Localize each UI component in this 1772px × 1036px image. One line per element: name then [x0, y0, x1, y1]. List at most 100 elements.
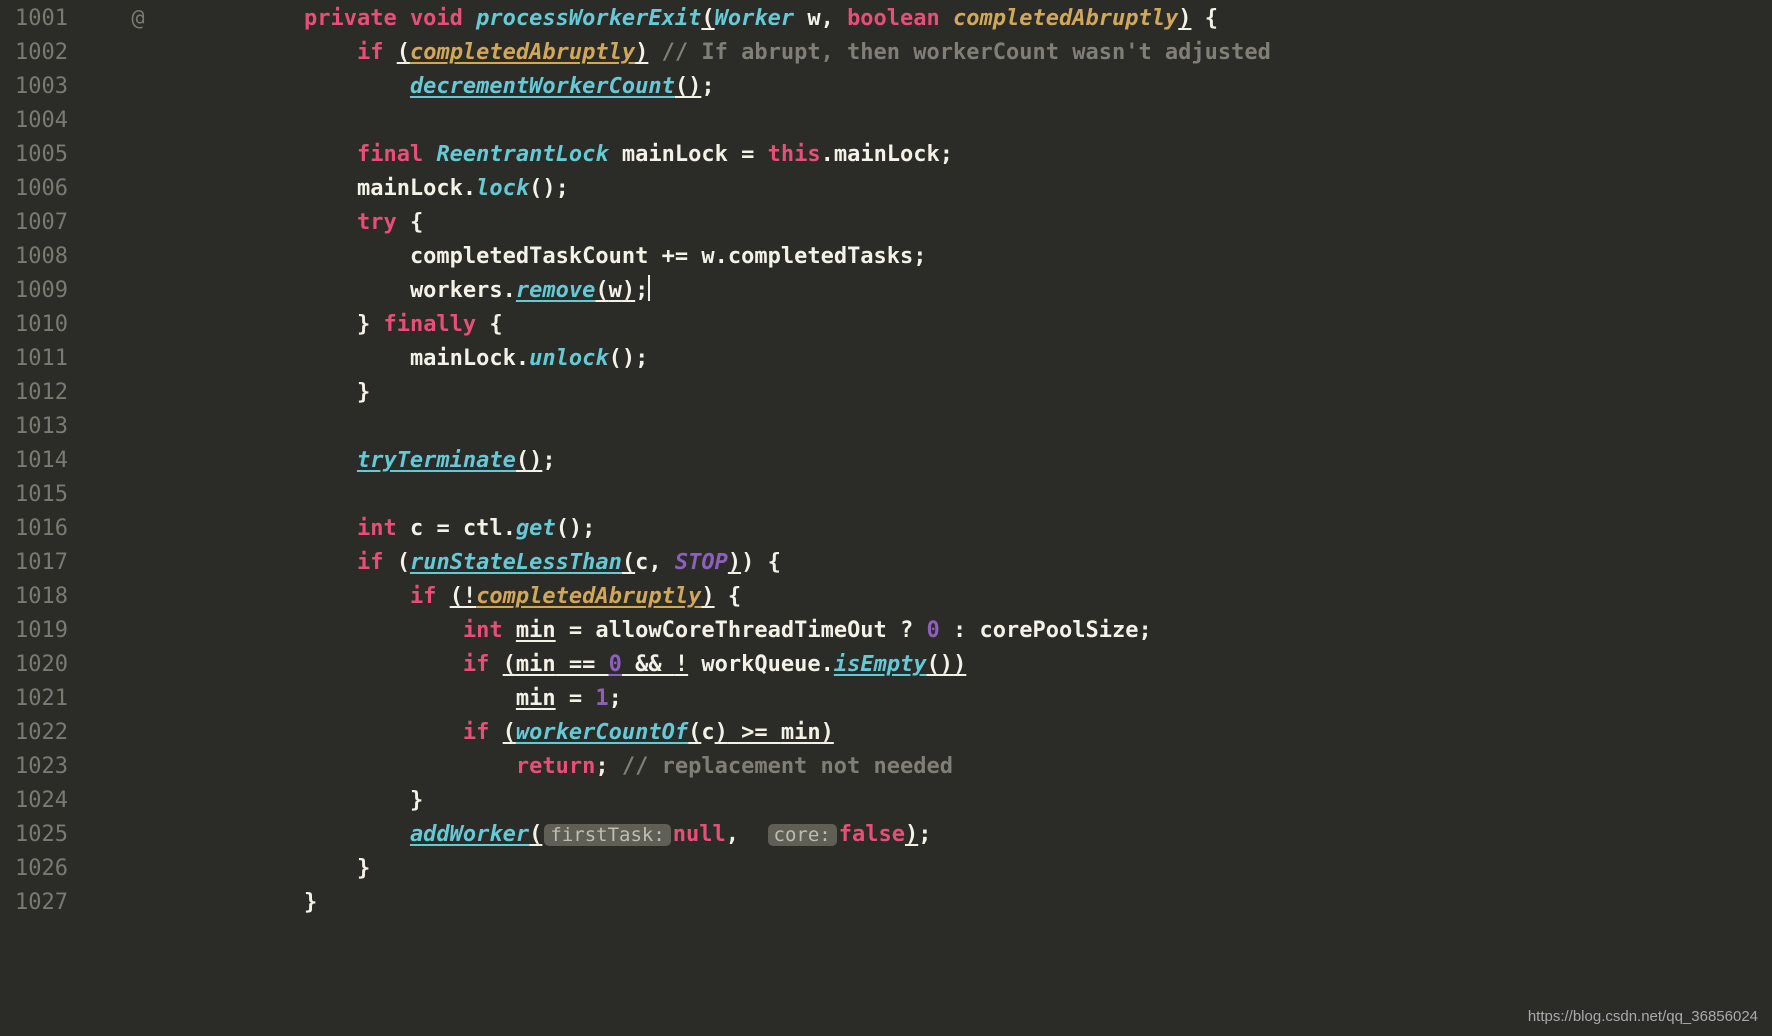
code-line[interactable]: decrementWorkerCount();: [198, 70, 1271, 104]
code-token: w: [701, 244, 714, 269]
code-token: workQueue: [688, 652, 820, 677]
code-token: ): [701, 584, 714, 609]
code-token: int: [463, 618, 516, 643]
marker-empty: [78, 138, 198, 172]
code-token: if: [410, 584, 450, 609]
code-token: void: [410, 6, 476, 31]
line-number[interactable]: 1022: [8, 716, 68, 750]
code-token: ?: [900, 618, 927, 643]
code-token: mainLock: [622, 142, 741, 167]
line-number[interactable]: 1024: [8, 784, 68, 818]
code-line[interactable]: if (min == 0 && ! workQueue.isEmpty()): [198, 648, 1271, 682]
code-line[interactable]: if (workerCountOf(c) >= min): [198, 716, 1271, 750]
code-line[interactable]: if (!completedAbruptly) {: [198, 580, 1271, 614]
code-line[interactable]: }: [198, 376, 1271, 410]
code-line[interactable]: if (runStateLessThan(c, STOP)) {: [198, 546, 1271, 580]
line-number[interactable]: 1027: [8, 886, 68, 920]
code-token: mainLock: [357, 176, 463, 201]
line-number[interactable]: 1023: [8, 750, 68, 784]
line-number[interactable]: 1005: [8, 138, 68, 172]
code-token: w: [609, 278, 622, 303]
code-line[interactable]: mainLock.lock();: [198, 172, 1271, 206]
marker-empty: [78, 410, 198, 444]
line-number[interactable]: 1004: [8, 104, 68, 138]
code-token: }: [410, 788, 423, 813]
code-line[interactable]: addWorker(firstTask:null, core:false);: [198, 818, 1271, 852]
code-editor[interactable]: 1001100210031004100510061007100810091010…: [0, 0, 1772, 920]
code-token: 1: [595, 686, 608, 711]
code-token: corePoolSize: [980, 618, 1139, 643]
override-marker-icon[interactable]: @: [78, 2, 198, 36]
code-token: ;: [913, 244, 926, 269]
code-area[interactable]: private void processWorkerExit(Worker w,…: [198, 0, 1271, 920]
code-token: (: [701, 6, 714, 31]
marker-empty: [78, 104, 198, 138]
code-token: :: [940, 618, 980, 643]
code-token: =: [556, 618, 596, 643]
code-token: =: [741, 142, 768, 167]
code-line[interactable]: min = 1;: [198, 682, 1271, 716]
line-number[interactable]: 1009: [8, 274, 68, 308]
code-token: ;: [940, 142, 953, 167]
marker-empty: [78, 886, 198, 920]
parameter-hint: firstTask:: [544, 824, 670, 846]
code-line[interactable]: [198, 410, 1271, 444]
line-number[interactable]: 1018: [8, 580, 68, 614]
code-line[interactable]: } finally {: [198, 308, 1271, 342]
code-line[interactable]: completedTaskCount += w.completedTasks;: [198, 240, 1271, 274]
line-number[interactable]: 1017: [8, 546, 68, 580]
code-token: allowCoreThreadTimeOut: [595, 618, 900, 643]
code-token: c: [410, 516, 437, 541]
code-line[interactable]: final ReentrantLock mainLock = this.main…: [198, 138, 1271, 172]
line-number[interactable]: 1025: [8, 818, 68, 852]
line-number[interactable]: 1013: [8, 410, 68, 444]
line-number-gutter[interactable]: 1001100210031004100510061007100810091010…: [0, 0, 78, 920]
line-number[interactable]: 1026: [8, 852, 68, 886]
code-line[interactable]: [198, 104, 1271, 138]
marker-empty: [78, 36, 198, 70]
code-line[interactable]: if (completedAbruptly) // If abrupt, the…: [198, 36, 1271, 70]
line-number[interactable]: 1019: [8, 614, 68, 648]
code-token: mainLock: [410, 346, 516, 371]
code-line[interactable]: workers.remove(w);: [198, 274, 1271, 308]
line-number[interactable]: 1001: [8, 2, 68, 36]
code-line[interactable]: return; // replacement not needed: [198, 750, 1271, 784]
line-number[interactable]: 1014: [8, 444, 68, 478]
line-number[interactable]: 1002: [8, 36, 68, 70]
code-line[interactable]: tryTerminate();: [198, 444, 1271, 478]
line-number[interactable]: 1016: [8, 512, 68, 546]
code-line[interactable]: private void processWorkerExit(Worker w,…: [198, 2, 1271, 36]
marker-empty: [78, 784, 198, 818]
line-number[interactable]: 1021: [8, 682, 68, 716]
code-line[interactable]: int c = ctl.get();: [198, 512, 1271, 546]
code-token: .: [503, 516, 516, 541]
code-line[interactable]: mainLock.unlock();: [198, 342, 1271, 376]
line-number[interactable]: 1020: [8, 648, 68, 682]
line-number[interactable]: 1003: [8, 70, 68, 104]
code-line[interactable]: }: [198, 852, 1271, 886]
line-number[interactable]: 1011: [8, 342, 68, 376]
line-number[interactable]: 1008: [8, 240, 68, 274]
code-token: ReentrantLock: [436, 142, 621, 167]
code-line[interactable]: }: [198, 886, 1271, 920]
code-token: ): [728, 550, 741, 575]
marker-empty: [78, 648, 198, 682]
line-number[interactable]: 1012: [8, 376, 68, 410]
code-line[interactable]: }: [198, 784, 1271, 818]
code-line[interactable]: try {: [198, 206, 1271, 240]
line-number[interactable]: 1015: [8, 478, 68, 512]
code-token: .: [463, 176, 476, 201]
code-token: +=: [662, 244, 702, 269]
code-token: mainLock: [834, 142, 940, 167]
line-number[interactable]: 1010: [8, 308, 68, 342]
code-token: [304, 448, 357, 473]
code-token: ): [1178, 6, 1191, 31]
line-number[interactable]: 1006: [8, 172, 68, 206]
code-token: (: [503, 652, 516, 677]
marker-empty: [78, 376, 198, 410]
code-token: [304, 754, 516, 779]
code-line[interactable]: [198, 478, 1271, 512]
code-line[interactable]: int min = allowCoreThreadTimeOut ? 0 : c…: [198, 614, 1271, 648]
line-number[interactable]: 1007: [8, 206, 68, 240]
code-token: ctl: [463, 516, 503, 541]
